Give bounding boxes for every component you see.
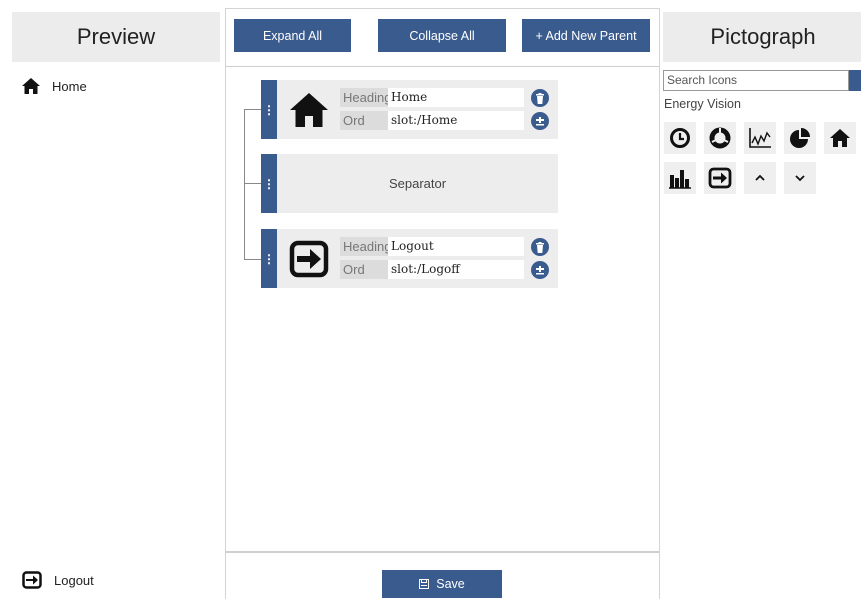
drag-handle[interactable]: ⋮: [261, 229, 277, 288]
chevron-down-icon[interactable]: [784, 162, 816, 194]
heading-label: Heading: [340, 237, 388, 256]
expand-all-button[interactable]: Expand All: [234, 19, 351, 52]
icon-group-label: Energy Vision: [664, 97, 741, 111]
delete-button[interactable]: [531, 89, 549, 107]
heading-input[interactable]: Logout: [388, 237, 524, 256]
footer-divider: [226, 551, 659, 553]
donut-icon[interactable]: [704, 122, 736, 154]
add-new-parent-button[interactable]: + Add New Parent: [522, 19, 650, 52]
pictograph-title: Pictograph: [663, 12, 861, 62]
ord-row: Ord slot:/Home: [340, 111, 524, 130]
search-button[interactable]: [849, 70, 861, 91]
tree-connector: [244, 183, 261, 184]
logout-icon: [22, 571, 42, 589]
ord-input[interactable]: slot:/Home: [388, 111, 524, 130]
save-button[interactable]: Save: [382, 570, 502, 598]
trash-icon: [536, 241, 544, 253]
menu-editor-panel: Expand All Collapse All + Add New Parent…: [225, 8, 660, 599]
menu-node-logout: ⋮ Heading Logout Ord slot:/Logoff: [261, 229, 558, 288]
search-icons-input[interactable]: Search Icons: [663, 70, 849, 91]
tree-connector: [244, 259, 261, 260]
heading-input[interactable]: Home: [388, 88, 524, 107]
heading-row: Heading Logout: [340, 237, 524, 256]
save-label: Save: [436, 577, 465, 591]
preview-panel: Preview Home Logout: [0, 0, 225, 599]
tree-connector: [244, 109, 245, 259]
trash-icon: [536, 92, 544, 104]
home-icon: [290, 93, 328, 127]
line-chart-icon[interactable]: [744, 122, 776, 154]
drag-handle[interactable]: ⋮: [261, 80, 277, 139]
menu-node-home: ⋮ Heading Home Ord slot:/Home: [261, 80, 558, 139]
preview-item-home[interactable]: Home: [22, 78, 87, 94]
add-child-icon: [536, 266, 544, 275]
separator-label: Separator: [388, 176, 447, 191]
ord-row: Ord slot:/Logoff: [340, 260, 524, 279]
logout-icon: [289, 240, 329, 278]
ord-label: Ord: [340, 111, 388, 130]
bar-chart-icon[interactable]: [664, 162, 696, 194]
heading-row: Heading Home: [340, 88, 524, 107]
preview-item-label: Logout: [54, 572, 94, 588]
home-icon: [22, 78, 40, 94]
add-child-button[interactable]: [531, 261, 549, 279]
tree-connector: [244, 109, 261, 110]
heading-label: Heading: [340, 88, 388, 107]
clock-icon[interactable]: [664, 122, 696, 154]
add-child-icon: [536, 117, 544, 126]
delete-button[interactable]: [531, 238, 549, 256]
ord-label: Ord: [340, 260, 388, 279]
preview-item-label: Home: [52, 78, 87, 94]
preview-item-logout[interactable]: Logout: [22, 571, 94, 589]
drag-handle[interactable]: ⋮: [261, 154, 277, 213]
ord-input[interactable]: slot:/Logoff: [388, 260, 524, 279]
logout-icon[interactable]: [704, 162, 736, 194]
preview-title: Preview: [12, 12, 220, 62]
pie-chart-icon[interactable]: [784, 122, 816, 154]
menu-node-separator: ⋮ Separator: [261, 154, 558, 213]
toolbar-divider: [226, 66, 659, 67]
chevron-up-icon[interactable]: [744, 162, 776, 194]
home-icon[interactable]: [824, 122, 856, 154]
collapse-all-button[interactable]: Collapse All: [378, 19, 506, 52]
save-icon: [419, 579, 430, 589]
add-child-button[interactable]: [531, 112, 549, 130]
pictograph-panel: Pictograph Search Icons Energy Vision: [660, 0, 861, 599]
